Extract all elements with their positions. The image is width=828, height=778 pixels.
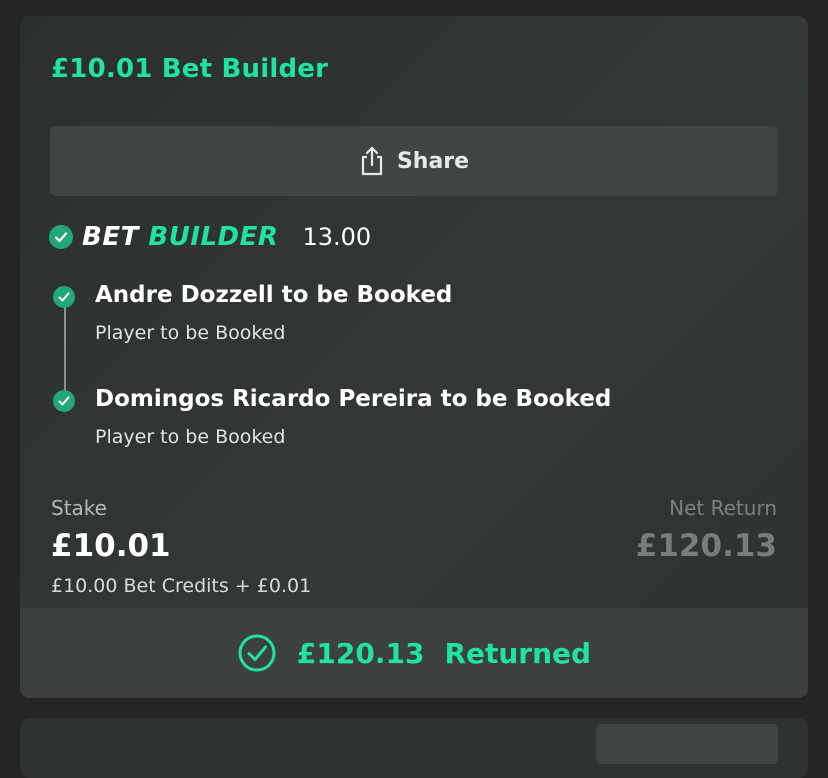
check-icon: [49, 225, 73, 249]
returned-status-bar: £120.13 Returned: [20, 608, 808, 698]
legs-connector-line: [64, 300, 66, 402]
share-button[interactable]: Share: [50, 126, 778, 196]
returned-amount: £120.13: [296, 636, 425, 670]
bet-title: £10.01 Bet Builder: [51, 54, 329, 84]
share-icon: [359, 146, 385, 176]
net-return-value: £120.13: [635, 528, 777, 564]
bet-builder-logo: BET BUILDER: [82, 222, 278, 252]
bet-builder-header: BET BUILDER 13.00: [49, 219, 371, 255]
leg-market: Player to be Booked: [95, 426, 286, 448]
leg-selection: Andre Dozzell to be Booked: [95, 282, 453, 308]
returned-check-icon: [237, 633, 277, 673]
next-bet-card: [20, 718, 808, 778]
stake-detail: £10.00 Bet Credits + £0.01: [51, 575, 312, 597]
stake-label: Stake: [51, 496, 107, 520]
leg-market: Player to be Booked: [95, 322, 286, 344]
bet-odds: 13.00: [302, 223, 372, 251]
bet-card: £10.01 Bet Builder Share BET BUILDER 13.…: [20, 16, 808, 698]
bet-builder-logo-word2: BUILDER: [148, 222, 279, 252]
next-card-button[interactable]: [596, 724, 778, 764]
leg-selection: Domingos Ricardo Pereira to be Booked: [95, 386, 612, 412]
check-icon: [53, 390, 75, 412]
stake-value: £10.01: [51, 528, 171, 564]
share-label: Share: [396, 148, 470, 174]
returned-label: Returned: [444, 636, 592, 670]
check-icon: [53, 286, 75, 308]
net-return-label: Net Return: [669, 496, 777, 520]
bet-builder-logo-word1: BET: [82, 222, 139, 252]
